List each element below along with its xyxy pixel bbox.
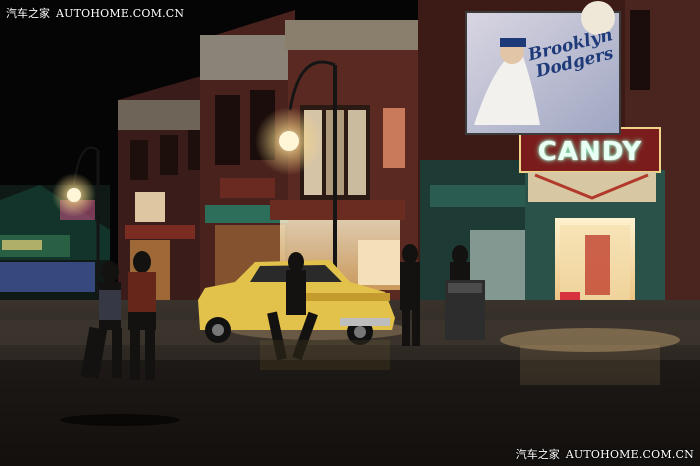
- street-scene: Brooklyn Dodgers CANDY 汽车之家 AUTOHOME.COM.…: [0, 0, 700, 466]
- candy-sign: CANDY: [537, 137, 643, 167]
- watermark-en: AUTOHOME.COM.CN: [56, 7, 185, 20]
- watermark-cn: 汽车之家: [515, 448, 560, 461]
- watermark-bottom-right: 汽车之家 AUTOHOME.COM.CN: [516, 446, 694, 462]
- watermark-en: AUTOHOME.COM.CN: [565, 448, 694, 461]
- watermark-top-left: 汽车之家 AUTOHOME.COM.CN: [6, 5, 184, 21]
- watermark-cn: 汽车之家: [6, 7, 50, 20]
